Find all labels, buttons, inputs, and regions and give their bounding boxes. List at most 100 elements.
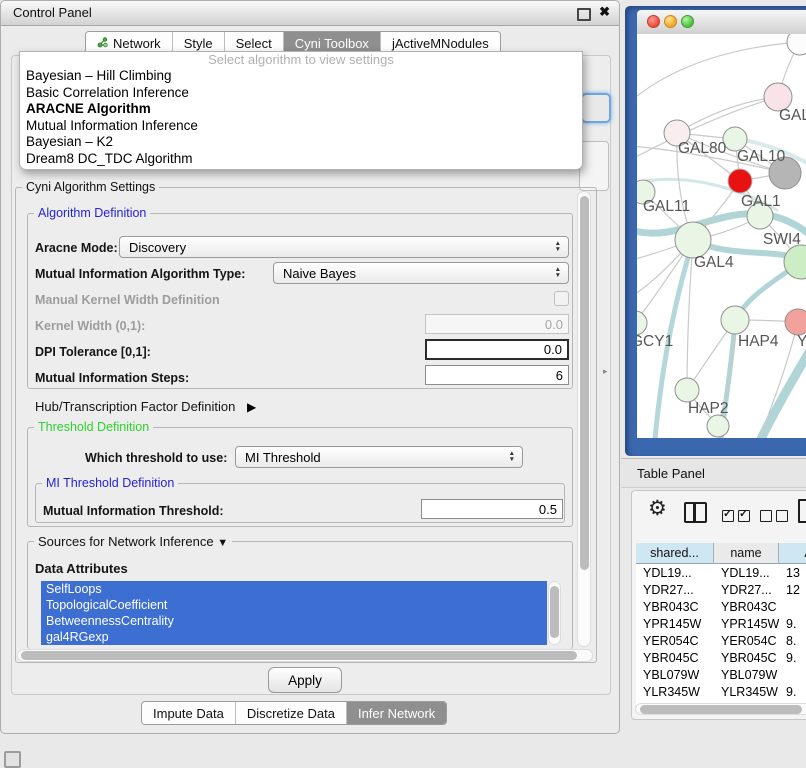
kernel-width-input[interactable]: 0.0 xyxy=(425,314,569,334)
apply-button-label: Apply xyxy=(288,673,322,688)
cell-value xyxy=(779,666,806,683)
column-layout-icon[interactable] xyxy=(684,502,707,523)
mi-algorithm-type-value: Naive Bayes xyxy=(283,266,356,281)
column-header-name[interactable]: name xyxy=(714,543,779,564)
which-threshold-label: Which threshold to use: xyxy=(85,451,227,465)
algorithm-option[interactable]: Bayesian – K2 xyxy=(20,134,582,151)
checked-box-icon xyxy=(722,510,734,522)
control-panel-titlebar: Control Panel ✖ xyxy=(1,1,619,26)
scrollbar-thumb[interactable] xyxy=(580,196,589,570)
node xyxy=(675,378,699,402)
new-table-icon[interactable] xyxy=(798,499,806,523)
node-table: shared... name A YDL19... YDL19... 13 YD… xyxy=(636,543,806,709)
aracne-mode-label: Aracne Mode: xyxy=(35,241,118,255)
attribute-item-selected[interactable]: gal4RGexp xyxy=(41,629,547,645)
table-row[interactable]: YLR345W YLR345W 9. xyxy=(636,683,806,700)
cell-shared-name: YLR345W xyxy=(636,683,714,700)
minimized-panel-icon[interactable] xyxy=(4,751,21,768)
float-window-icon[interactable] xyxy=(577,8,591,21)
tab-discretize-data-label: Discretize Data xyxy=(247,706,335,721)
dpi-tolerance-value: 0.0 xyxy=(544,342,562,357)
mi-algorithm-type-combo[interactable]: Naive Bayes ▲▼ xyxy=(273,262,569,284)
close-icon[interactable]: ✖ xyxy=(599,4,610,20)
table-row[interactable]: YBL079W YBL079W xyxy=(636,666,806,683)
attribute-item-selected[interactable]: SelfLoops xyxy=(41,581,547,597)
hub-definition-label: Hub/Transcription Factor Definition xyxy=(35,399,235,414)
table-row[interactable]: YBR045C YBR045C 9. xyxy=(636,649,806,666)
attribute-item-selected[interactable]: BetweennessCentrality xyxy=(41,613,547,629)
scrollbar-thumb[interactable] xyxy=(21,651,577,660)
panel-divider-arrow-icon[interactable]: ▸ xyxy=(603,366,608,377)
settings-vertical-scrollbar[interactable] xyxy=(577,191,591,647)
threshold-definition-legend: Threshold Definition xyxy=(34,420,153,434)
aracne-mode-combo[interactable]: Discovery ▲▼ xyxy=(119,236,569,258)
algorithm-option[interactable]: Dream8 DC_TDC Algorithm xyxy=(20,151,582,168)
algorithm-option[interactable]: Basic Correlation Inference xyxy=(20,85,582,102)
column-header-third[interactable]: A xyxy=(779,543,806,564)
mi-threshold-input[interactable]: 0.5 xyxy=(421,499,563,519)
cell-name: YLR345W xyxy=(714,683,779,700)
table-row[interactable]: YBR043C YBR043C xyxy=(636,598,806,615)
apply-button[interactable]: Apply xyxy=(268,667,342,693)
cell-shared-name: YDR27... xyxy=(636,581,714,598)
table-data-combo-fragment[interactable] xyxy=(579,141,609,191)
table-row[interactable]: YPR145W YPR145W 9. xyxy=(636,615,806,632)
mi-steps-input[interactable]: 6 xyxy=(425,365,569,385)
table-row[interactable]: YER054C YER054C 8. xyxy=(636,632,806,649)
select-all-columns-icon[interactable] xyxy=(722,507,754,525)
column-header-shared-name[interactable]: shared... xyxy=(636,543,714,564)
algorithm-definition-legend: Algorithm Definition xyxy=(34,206,150,220)
node xyxy=(675,222,711,258)
mi-algorithm-type-label: Mutual Information Algorithm Type: xyxy=(35,267,245,281)
minimize-traffic-light[interactable] xyxy=(664,15,677,28)
cyni-bottom-tabbar: Impute Data Discretize Data Infer Networ… xyxy=(141,701,447,725)
table-horizontal-scrollbar[interactable] xyxy=(635,703,806,715)
sources-legend[interactable]: Sources for Network Inference ▼ xyxy=(34,534,232,549)
dpi-tolerance-input[interactable]: 0.0 xyxy=(425,339,569,360)
node-label: GAL10 xyxy=(737,148,786,165)
gear-icon[interactable]: ⚙ xyxy=(648,499,667,519)
network-window-titlebar[interactable] xyxy=(637,10,806,35)
table-row[interactable]: YDL19... YDL19... 13 xyxy=(636,564,806,581)
node-label: GCY1 xyxy=(637,333,673,350)
tab-impute-data[interactable]: Impute Data xyxy=(142,702,236,724)
scrollbar-thumb[interactable] xyxy=(640,705,802,714)
inference-algorithm-combo-fragment[interactable] xyxy=(581,93,611,123)
tab-discretize-data[interactable]: Discretize Data xyxy=(236,702,347,724)
cell-value: 9. xyxy=(779,615,806,632)
tab-infer-network[interactable]: Infer Network xyxy=(347,702,446,724)
which-threshold-combo[interactable]: MI Threshold ▲▼ xyxy=(235,446,523,468)
node-label: HAP2 xyxy=(688,400,729,417)
node-selected xyxy=(728,169,752,193)
cyni-algorithm-settings-legend: Cyni Algorithm Settings xyxy=(22,180,159,194)
algorithm-option[interactable]: Mutual Information Inference xyxy=(20,118,582,135)
cell-name: YBL079W xyxy=(714,666,779,683)
unchecked-box-icon xyxy=(760,510,772,522)
checked-box-icon xyxy=(738,510,750,522)
manual-kernel-width-label: Manual Kernel Width Definition xyxy=(35,293,220,307)
network-canvas[interactable]: GAL GAL80 GAL10 GAL1 GAL11 SWI4 GAL4 GCY… xyxy=(637,34,806,438)
unselect-all-columns-icon[interactable] xyxy=(760,507,792,525)
cell-shared-name: YDL19... xyxy=(636,564,714,581)
cell-value: 8. xyxy=(779,632,806,649)
manual-kernel-width-checkbox[interactable] xyxy=(554,291,569,306)
table-panel-body: ⚙ shared... name A YDL19... YDL19... 13 … xyxy=(631,490,806,720)
settings-horizontal-scrollbar[interactable] xyxy=(17,649,593,662)
algorithm-popup-prompt: Select algorithm to view settings xyxy=(20,52,582,68)
algorithm-option-selected[interactable]: ARACNE Algorithm xyxy=(20,101,582,118)
zoom-traffic-light[interactable] xyxy=(681,15,694,28)
attribute-item-selected[interactable]: TopologicalCoefficient xyxy=(41,597,547,613)
node-label: HAP4 xyxy=(738,333,779,350)
cell-shared-name: YBL079W xyxy=(636,666,714,683)
close-traffic-light[interactable] xyxy=(647,15,660,28)
scrollbar-thumb[interactable] xyxy=(550,586,559,638)
control-panel-window: Control Panel ✖ Network Style Select xyxy=(0,0,620,734)
tab-jactivemnodules-label: jActiveMNodules xyxy=(392,36,489,51)
cell-value: 12 xyxy=(779,581,806,598)
table-row[interactable]: YDR27... YDR27... 12 xyxy=(636,581,806,598)
table-header-row: shared... name A xyxy=(636,543,806,564)
attribute-list-scrollbar[interactable] xyxy=(548,581,561,645)
network-tab-icon xyxy=(97,36,108,51)
algorithm-option[interactable]: Bayesian – Hill Climbing xyxy=(20,68,582,85)
hub-definition-toggle[interactable]: Hub/Transcription Factor Definition ▶ xyxy=(35,399,256,414)
